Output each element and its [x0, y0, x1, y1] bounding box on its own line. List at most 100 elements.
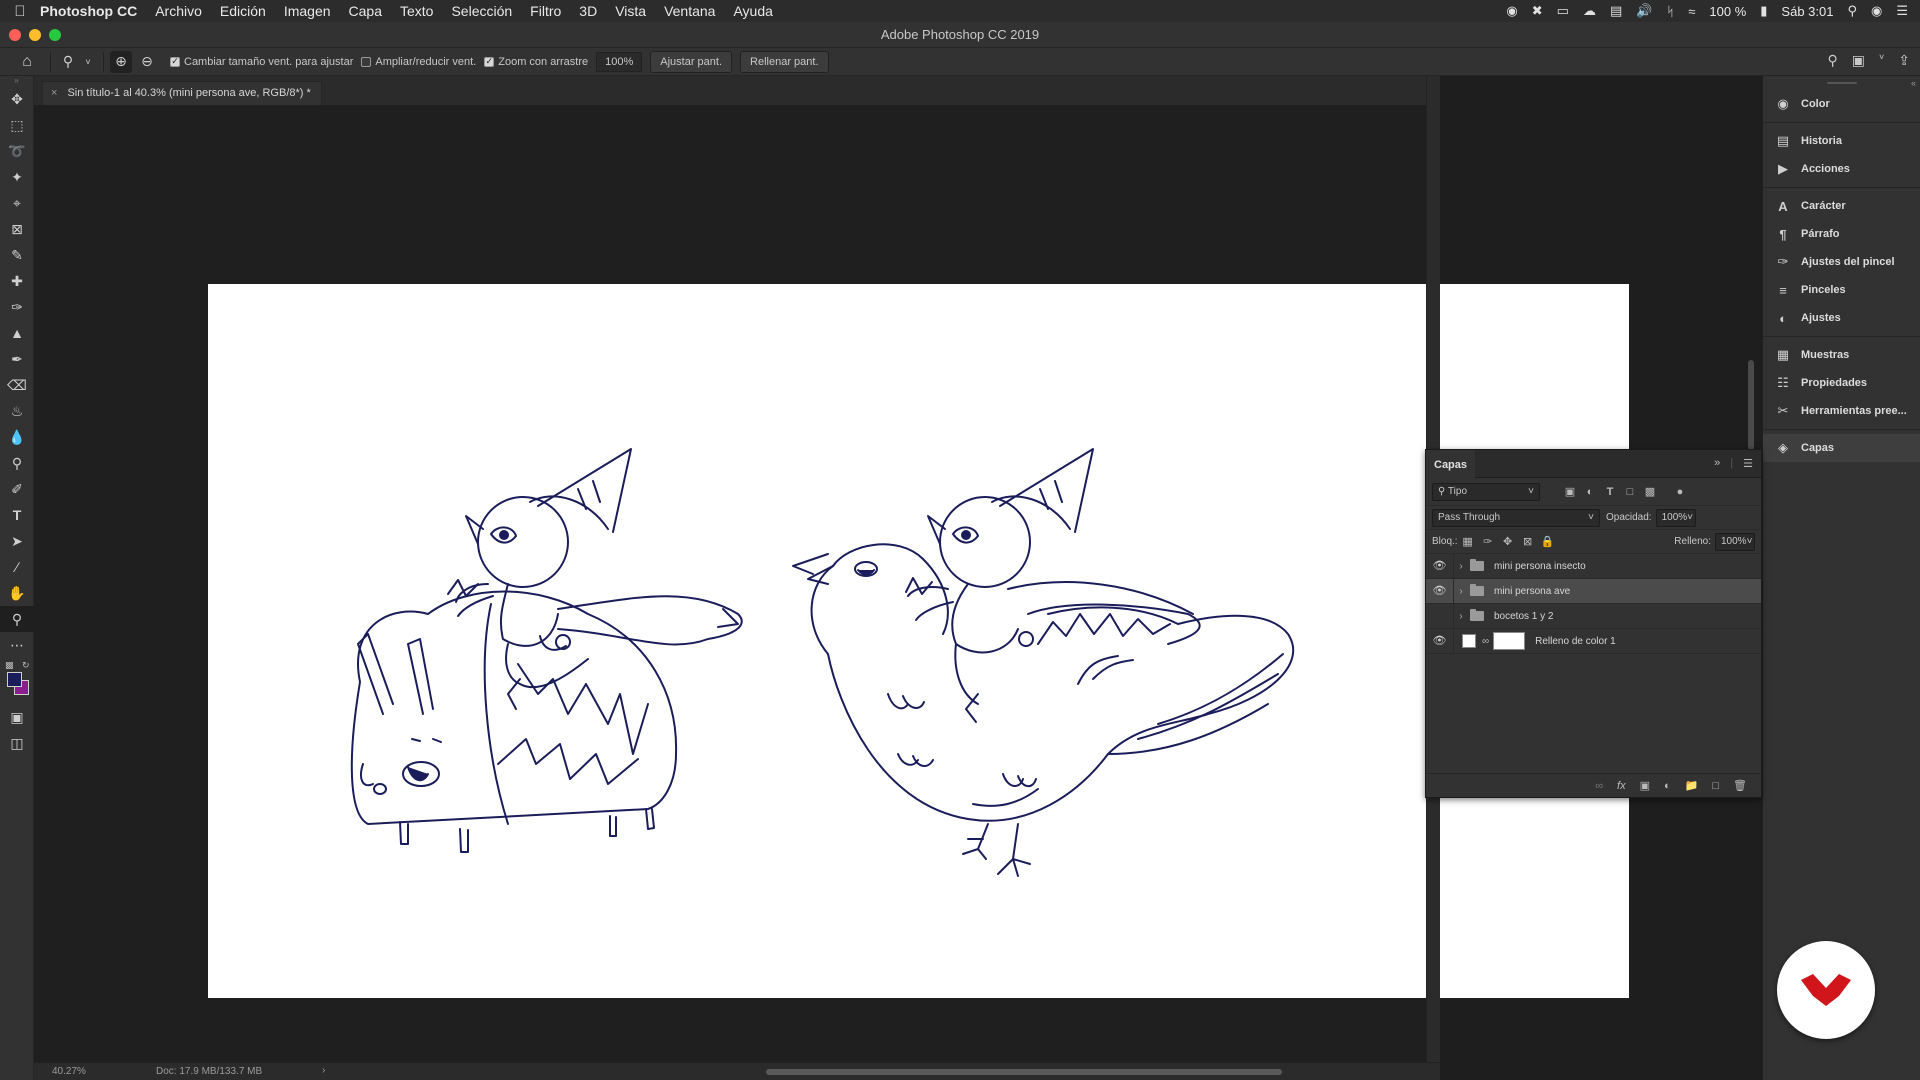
- path-selection-tool-icon[interactable]: ➤: [0, 528, 34, 554]
- menu-edicion[interactable]: Edición: [220, 3, 266, 19]
- filter-kind-select[interactable]: ⚲ Tipo ˅: [1432, 482, 1540, 501]
- tools-icon[interactable]: ✖: [1532, 3, 1543, 19]
- layer-row[interactable]: 👁 ∞ Relleno de color 1: [1426, 628, 1761, 654]
- filter-toggle-icon[interactable]: ●: [1670, 486, 1690, 498]
- hand-tool-icon[interactable]: ✋: [0, 580, 34, 606]
- panel-adjustments[interactable]: ◐ Ajustes: [1763, 304, 1920, 332]
- panel-history[interactable]: ▤ Historia: [1763, 127, 1920, 155]
- default-colors-icon[interactable]: ▩: [5, 660, 14, 671]
- filter-pixel-icon[interactable]: ▣: [1560, 485, 1580, 498]
- toolbar-grip[interactable]: »: [0, 76, 33, 86]
- new-adjustment-icon[interactable]: ◐: [1664, 780, 1671, 792]
- zoom-level[interactable]: 40.27%: [52, 1066, 86, 1077]
- eraser-tool-icon[interactable]: ⌫: [0, 372, 34, 398]
- lasso-tool-icon[interactable]: ➰: [0, 138, 34, 164]
- link-layers-icon[interactable]: ∞: [1595, 780, 1603, 792]
- menu-seleccion[interactable]: Selección: [451, 3, 512, 19]
- frame-tool-icon[interactable]: ⊠: [0, 216, 34, 242]
- new-layer-icon[interactable]: □: [1712, 780, 1719, 792]
- collapse-icon[interactable]: »: [1714, 457, 1720, 470]
- crop-tool-icon[interactable]: ⌖: [0, 190, 34, 216]
- record-icon[interactable]: ◉: [1506, 3, 1517, 19]
- chevron-right-icon[interactable]: ›: [1454, 611, 1468, 622]
- search-icon[interactable]: ⚲: [1828, 52, 1838, 69]
- app-menu[interactable]: Photoshop CC: [40, 3, 137, 19]
- menu-filtro[interactable]: Filtro: [530, 3, 561, 19]
- panel-character[interactable]: A Carácter: [1763, 192, 1920, 220]
- chevron-right-icon[interactable]: ›: [1454, 586, 1468, 597]
- layers-panel-tab[interactable]: Capas: [1426, 450, 1476, 478]
- menu-3d[interactable]: 3D: [579, 3, 597, 19]
- dodge-tool-icon[interactable]: ⚲: [0, 450, 34, 476]
- pen-tool-icon[interactable]: ✐: [0, 476, 34, 502]
- horizontal-scrollbar[interactable]: [766, 1069, 1282, 1075]
- lock-all-icon[interactable]: 🔒: [1538, 535, 1558, 548]
- quick-mask-icon[interactable]: ▣: [0, 704, 34, 730]
- new-group-icon[interactable]: 📁: [1685, 779, 1699, 792]
- notifications-icon[interactable]: ☰: [1896, 3, 1908, 19]
- panel-properties[interactable]: ☷ Propiedades: [1763, 369, 1920, 397]
- zoom-tool-preset-icon[interactable]: ⚲: [57, 51, 79, 73]
- zoom-in-icon[interactable]: ⊕: [110, 50, 132, 73]
- document-tab[interactable]: × Sin título-1 al 40.3% (mini persona av…: [42, 81, 322, 105]
- lock-pixels-icon[interactable]: ✑: [1478, 535, 1498, 548]
- chevron-down-icon[interactable]: ˅: [1879, 52, 1884, 69]
- search-icon[interactable]: ⚲: [1847, 3, 1857, 19]
- menu-texto[interactable]: Texto: [400, 3, 433, 19]
- eye-icon[interactable]: 👁: [1426, 578, 1454, 604]
- filter-shape-icon[interactable]: □: [1620, 486, 1640, 498]
- chevron-right-icon[interactable]: ›: [1454, 561, 1468, 572]
- panel-grip[interactable]: [1763, 76, 1920, 90]
- more-tools-icon[interactable]: ⋯: [0, 632, 34, 658]
- history-brush-tool-icon[interactable]: ✒: [0, 346, 34, 372]
- chevron-down-icon[interactable]: ˅: [1747, 536, 1753, 547]
- home-icon[interactable]: ⌂: [10, 50, 44, 74]
- line-tool-icon[interactable]: ∕: [0, 554, 34, 580]
- panel-brush-settings[interactable]: ✑ Ajustes del pincel: [1763, 248, 1920, 276]
- layer-row[interactable]: › bocetos 1 y 2: [1426, 603, 1761, 629]
- cloud-icon[interactable]: ☁: [1583, 3, 1596, 19]
- apple-icon[interactable]: : [0, 3, 40, 20]
- filter-adjustment-icon[interactable]: ◐: [1580, 486, 1600, 498]
- chevron-down-icon[interactable]: ˅: [83, 51, 93, 73]
- clock[interactable]: Sáb 3:01: [1781, 4, 1833, 19]
- layer-row-selected[interactable]: 👁 › mini persona ave: [1426, 578, 1761, 604]
- document-canvas[interactable]: [208, 284, 1629, 998]
- menu-ventana[interactable]: Ventana: [664, 3, 715, 19]
- screen-mode-icon[interactable]: ◫: [0, 730, 34, 756]
- panel-menu-icon[interactable]: ☰: [1743, 457, 1753, 470]
- battery-text[interactable]: 100 %: [1709, 4, 1746, 19]
- chevron-down-icon[interactable]: ˅: [1687, 512, 1693, 523]
- menu-vista[interactable]: Vista: [615, 3, 646, 19]
- paint-bucket-tool-icon[interactable]: ♨: [0, 398, 34, 424]
- brush-tool-icon[interactable]: ✑: [0, 294, 34, 320]
- swap-colors-icon[interactable]: ↻: [22, 660, 30, 671]
- link-icon[interactable]: ∞: [1482, 636, 1489, 647]
- lock-artboard-icon[interactable]: ⊠: [1518, 535, 1538, 548]
- checkbox-checked-icon[interactable]: ✓: [484, 56, 495, 67]
- magic-wand-tool-icon[interactable]: ✦: [0, 164, 34, 190]
- marquee-tool-icon[interactable]: ⬚: [0, 112, 34, 138]
- collapse-panels-icon[interactable]: «: [1911, 78, 1916, 88]
- lock-position-icon[interactable]: ✥: [1498, 535, 1518, 548]
- healing-brush-tool-icon[interactable]: ✚: [0, 268, 34, 294]
- wifi-icon[interactable]: ≈: [1688, 4, 1695, 19]
- vertical-scrollbar[interactable]: [1748, 360, 1754, 450]
- blur-tool-icon[interactable]: 💧: [0, 424, 34, 450]
- fx-icon[interactable]: fx: [1617, 780, 1626, 792]
- add-mask-icon[interactable]: ▣: [1640, 779, 1650, 792]
- type-tool-icon[interactable]: T: [0, 502, 34, 528]
- panel-tool-presets[interactable]: ✂ Herramientas pree...: [1763, 397, 1920, 425]
- share-icon[interactable]: ⇪: [1898, 52, 1910, 69]
- panel-layers[interactable]: ◈ Capas: [1763, 434, 1920, 462]
- filter-smart-object-icon[interactable]: ▩: [1640, 485, 1660, 498]
- visibility-toggle-empty[interactable]: [1426, 603, 1454, 629]
- fill-field[interactable]: 100% ˅: [1715, 532, 1755, 551]
- panel-actions[interactable]: ▶ Acciones: [1763, 155, 1920, 183]
- fit-screen-button[interactable]: Ajustar pant.: [650, 50, 733, 73]
- zoom-100-button[interactable]: 100%: [596, 51, 643, 72]
- resize-windows-checkbox[interactable]: ✓ Cambiar tamaño vent. para ajustar: [170, 56, 353, 68]
- zoom-tool-icon[interactable]: ⚲: [0, 606, 34, 632]
- lock-transparent-icon[interactable]: ▦: [1458, 535, 1478, 548]
- filter-type-icon[interactable]: T: [1600, 486, 1620, 498]
